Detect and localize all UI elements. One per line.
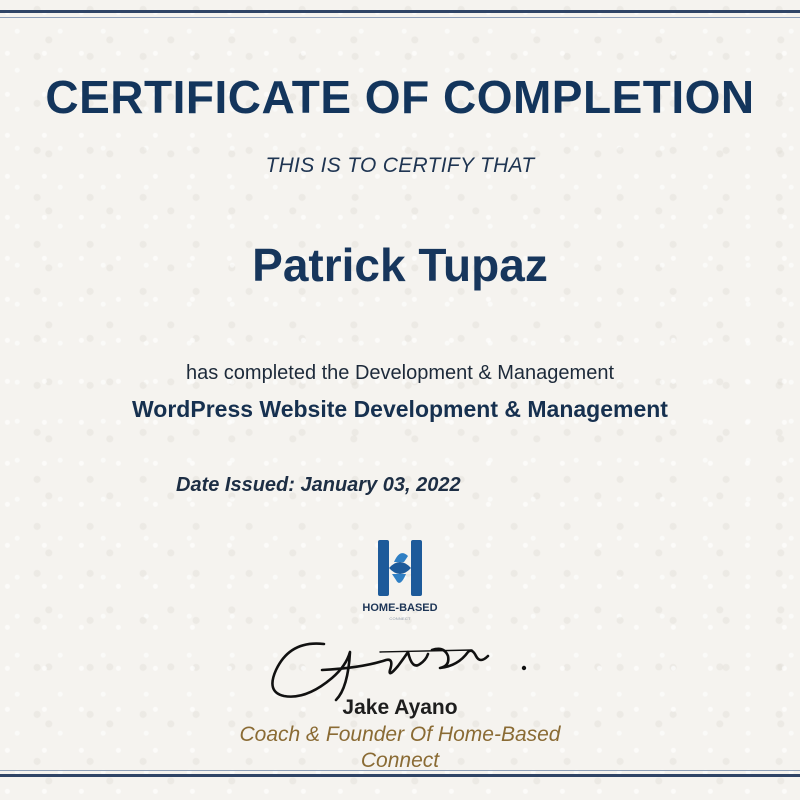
date-issued: Date Issued: January 03, 2022 [176, 474, 461, 496]
top-inner-border [0, 17, 800, 18]
completion-statement: has completed the Development & Manageme… [185, 362, 615, 384]
logo-name: HOME-BASED [362, 602, 438, 614]
bottom-border [0, 774, 800, 777]
certificate-title: CERTIFICATE OF COMPLETION [45, 71, 755, 123]
recipient-name: Patrick Tupaz [252, 239, 548, 291]
logo-tagline: CONNECT [389, 616, 411, 621]
home-based-logo: HOME-BASED CONNECT [350, 538, 450, 628]
course-title: WordPress Website Development & Manageme… [132, 396, 668, 422]
top-border [0, 10, 800, 13]
signer-name: Jake Ayano [342, 696, 458, 719]
certify-subtitle: THIS IS TO CERTIFY THAT [265, 154, 535, 177]
home-based-h-icon [378, 540, 422, 596]
signer-title: Coach & Founder Of Home-Based Connect [239, 723, 561, 772]
